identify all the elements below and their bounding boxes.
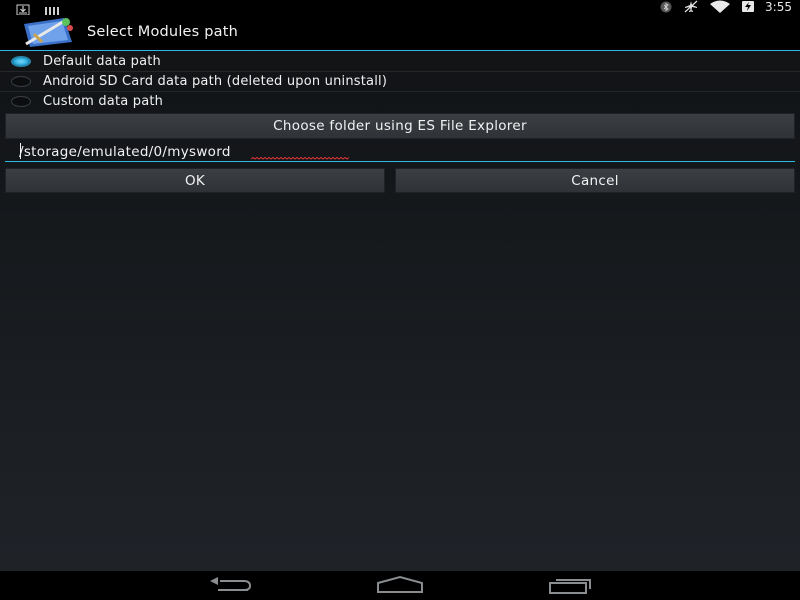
- action-bar: Select Modules path: [0, 15, 800, 51]
- clock: 3:55: [765, 0, 792, 14]
- navigation-bar: [0, 571, 800, 600]
- cancel-button[interactable]: Cancel: [395, 168, 795, 193]
- path-input-value: /storage/emulated/0/mysword: [19, 144, 231, 160]
- back-icon[interactable]: [206, 575, 252, 599]
- recent-apps-icon[interactable]: [548, 575, 594, 599]
- mysword-app-icon: [20, 16, 76, 48]
- radio-label: Android SD Card data path (deleted upon …: [43, 73, 388, 89]
- radio-label: Default data path: [43, 53, 162, 69]
- radio-button[interactable]: [11, 75, 31, 87]
- path-input[interactable]: /storage/emulated/0/mysword: [5, 143, 795, 162]
- choose-folder-button[interactable]: Choose folder using ES File Explorer: [5, 113, 795, 139]
- spellcheck-underline: [251, 157, 349, 160]
- dialog-title: Select Modules path: [87, 24, 238, 40]
- radio-option-default[interactable]: Default data path: [0, 51, 800, 71]
- ok-button[interactable]: OK: [5, 168, 385, 193]
- home-icon[interactable]: [376, 575, 424, 599]
- screen: 3:55 Select Modules path Default data pa…: [0, 0, 800, 600]
- status-bar: 3:55: [0, 0, 800, 16]
- radio-option-custom[interactable]: Custom data path: [0, 91, 800, 111]
- radio-option-sd-card[interactable]: Android SD Card data path (deleted upon …: [0, 71, 800, 91]
- text-cursor: [20, 143, 21, 159]
- radio-button-selected[interactable]: [11, 55, 31, 67]
- radio-label: Custom data path: [43, 93, 164, 109]
- radio-button[interactable]: [11, 95, 31, 107]
